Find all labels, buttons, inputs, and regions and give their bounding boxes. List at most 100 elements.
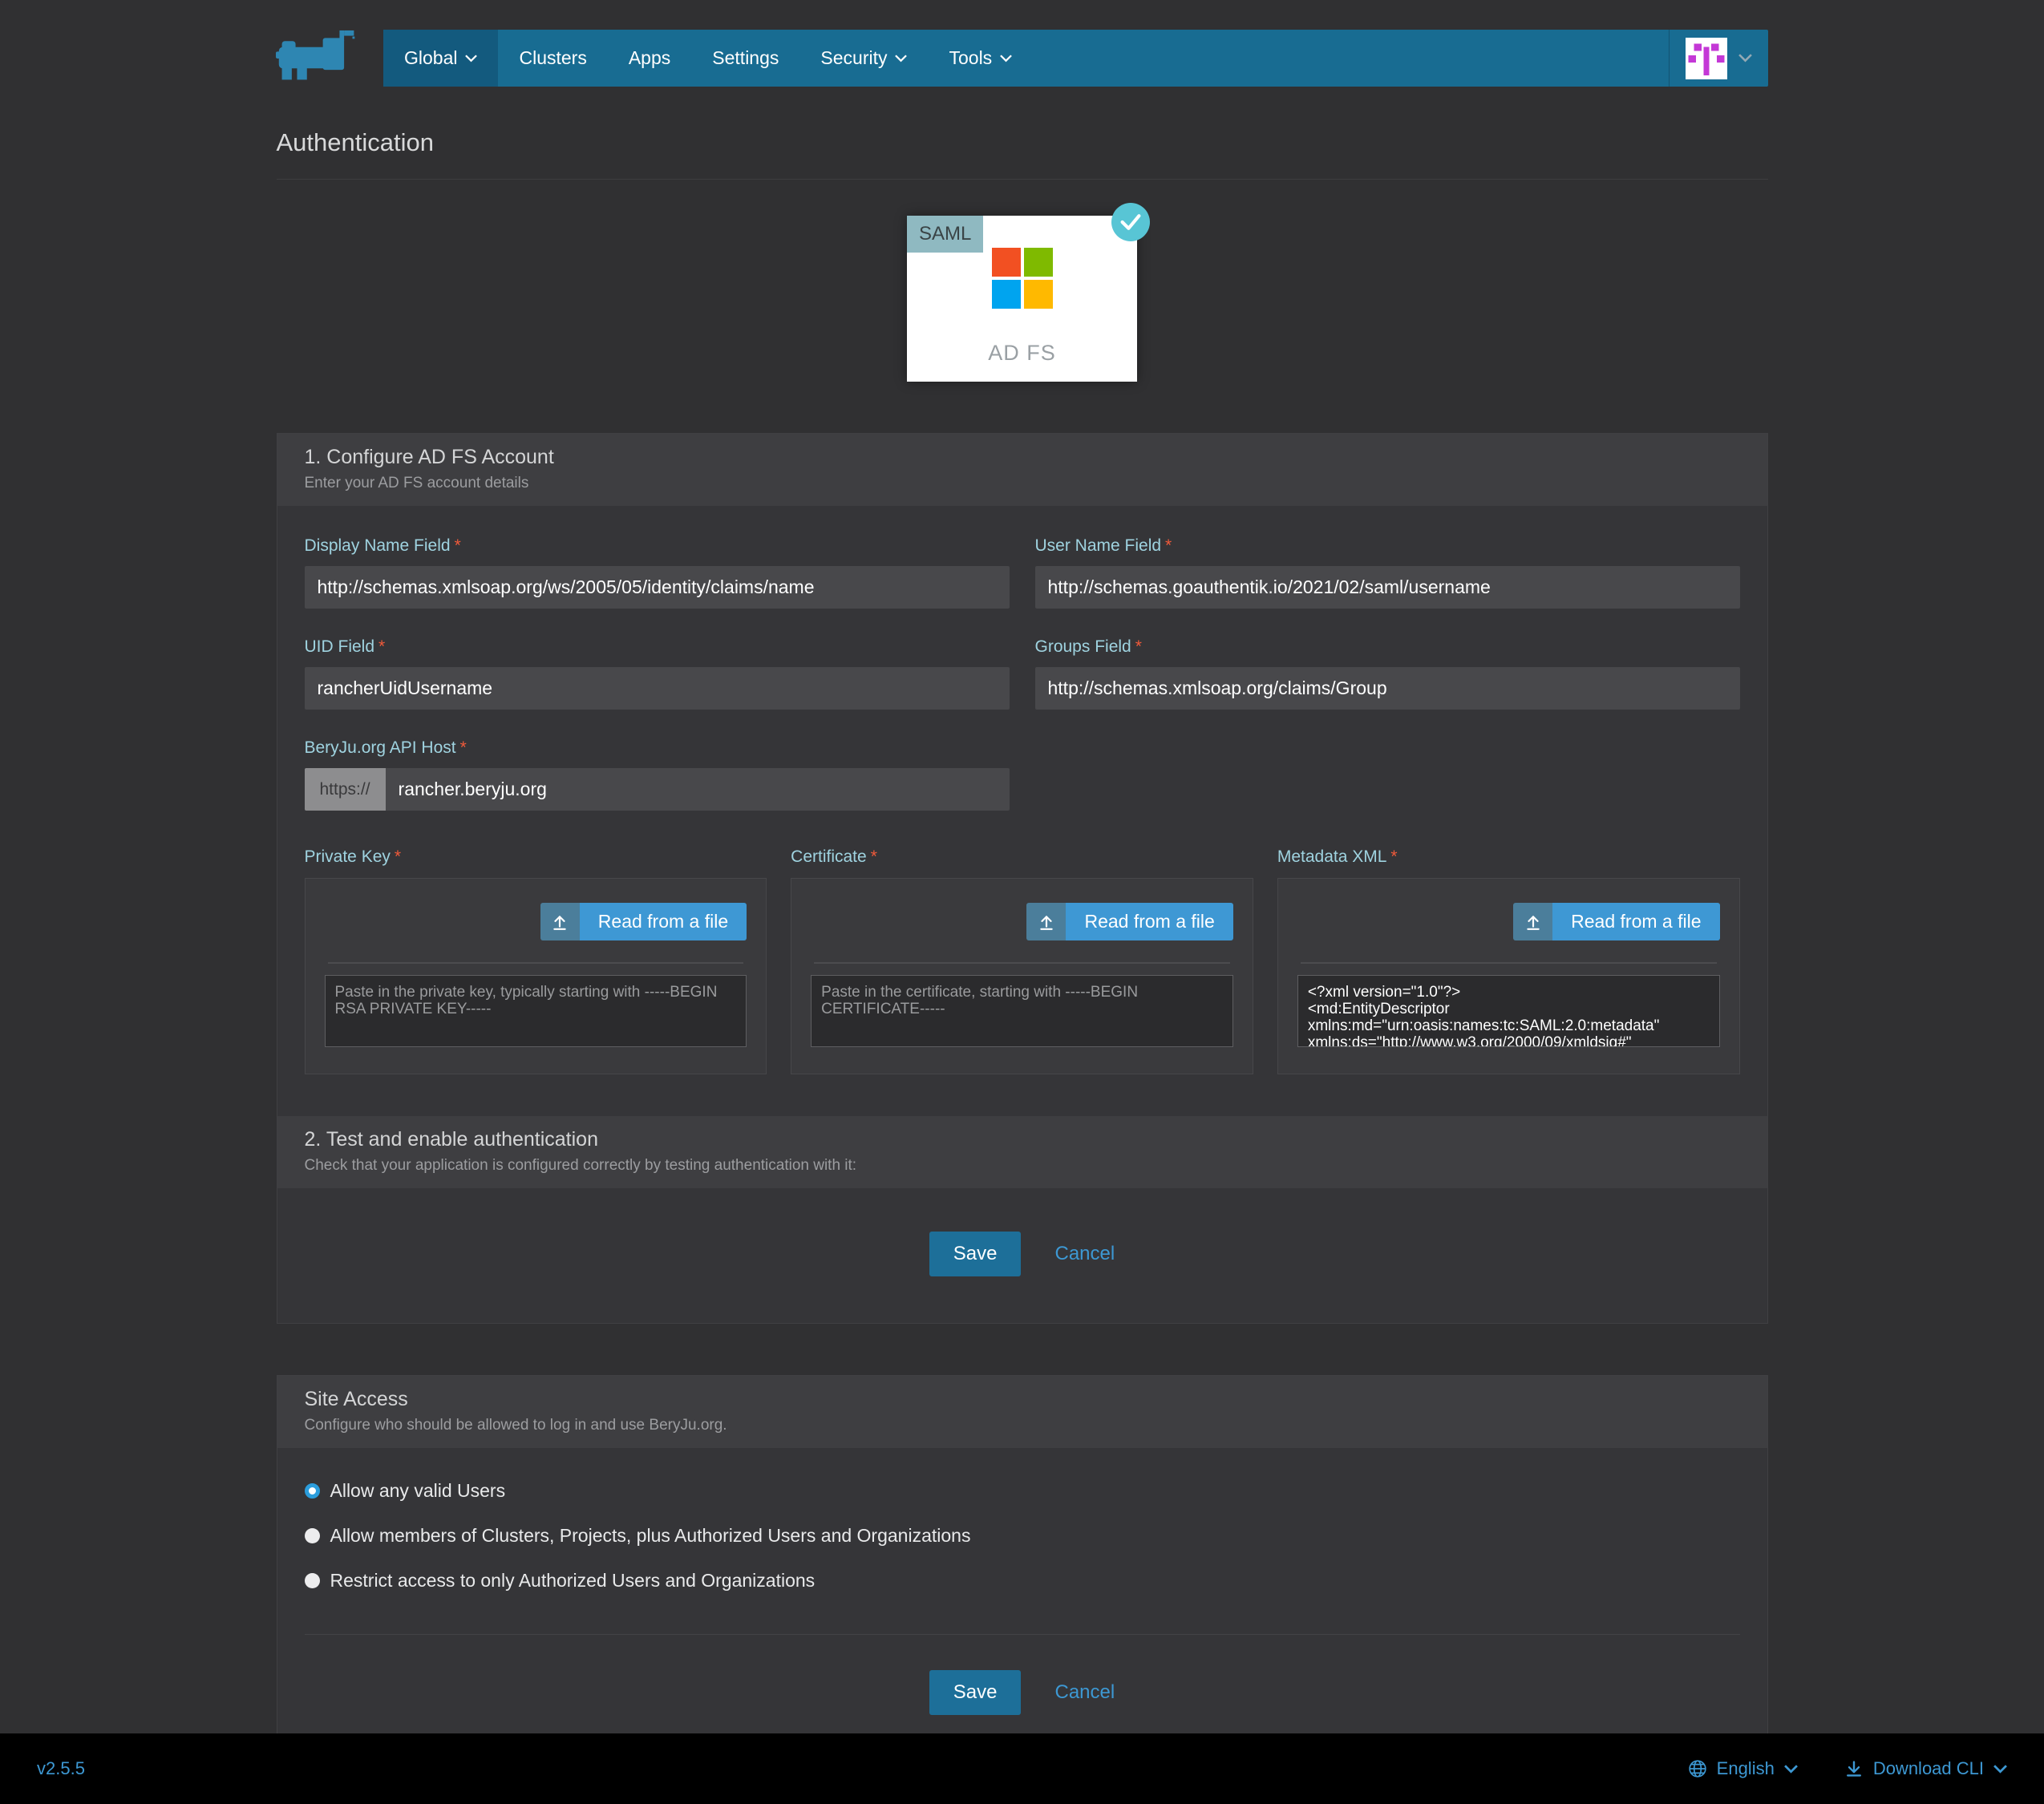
certificate-read-file-button[interactable]: Read from a file xyxy=(1026,903,1232,940)
groups-input[interactable] xyxy=(1035,667,1740,710)
nav-item-global[interactable]: Global xyxy=(383,30,498,87)
display-name-input[interactable] xyxy=(305,566,1010,609)
provider-card-adfs[interactable]: SAML AD FS xyxy=(907,216,1137,382)
section-subtitle: Enter your AD FS account details xyxy=(305,475,1740,492)
check-circle-icon xyxy=(1111,203,1150,241)
save-button[interactable]: Save xyxy=(929,1232,1022,1276)
nav-item-security[interactable]: Security xyxy=(799,30,928,87)
radio-restrict-authorized-only[interactable]: Restrict access to only Authorized Users… xyxy=(305,1570,1740,1592)
certificate-panel: Read from a file xyxy=(791,878,1253,1074)
api-host-label: BeryJu.org API Host* xyxy=(305,738,1010,758)
main-navbar: Global Clusters Apps Settings Security T… xyxy=(383,30,1768,87)
metadata-xml-read-file-button[interactable]: Read from a file xyxy=(1513,903,1719,940)
site-access-header: Site Access Configure who should be allo… xyxy=(277,1376,1767,1448)
upload-icon xyxy=(540,903,580,940)
nav-item-tools[interactable]: Tools xyxy=(928,30,1033,87)
api-host-input[interactable] xyxy=(386,768,1010,811)
saml-tag-badge: SAML xyxy=(907,216,983,253)
site-access-options: Allow any valid Users Allow members of C… xyxy=(277,1448,1767,1620)
auth-provider-row: SAML AD FS xyxy=(277,216,1768,382)
configure-section: 1. Configure AD FS Account Enter your AD… xyxy=(277,433,1768,1324)
cancel-link[interactable]: Cancel xyxy=(1054,1681,1115,1704)
chevron-down-icon xyxy=(1784,1765,1798,1774)
nav-item-apps[interactable]: Apps xyxy=(608,30,691,87)
test-section-header: 2. Test and enable authentication Check … xyxy=(277,1116,1767,1188)
section-title: Site Access xyxy=(305,1388,1740,1411)
metadata-xml-textarea[interactable]: <?xml version="1.0"?> <md:EntityDescript… xyxy=(1297,975,1720,1047)
radio-button xyxy=(305,1528,320,1543)
radio-allow-members-clusters-projects[interactable]: Allow members of Clusters, Projects, plu… xyxy=(305,1525,1740,1547)
private-key-textarea[interactable] xyxy=(325,975,747,1047)
save-button[interactable]: Save xyxy=(929,1670,1022,1715)
microsoft-logo-red-square xyxy=(992,248,1021,277)
download-cli-label: Download CLI xyxy=(1873,1758,1984,1779)
required-marker: * xyxy=(871,847,877,866)
footer: v2.5.5 English Download CLI xyxy=(0,1733,2044,1804)
grid-spacer xyxy=(1035,738,1740,811)
user-name-label: User Name Field* xyxy=(1035,536,1740,556)
groups-field-group: Groups Field* xyxy=(1035,637,1740,710)
section-title: 2. Test and enable authentication xyxy=(305,1128,1740,1151)
label-text: BeryJu.org API Host xyxy=(305,738,456,757)
groups-label: Groups Field* xyxy=(1035,637,1740,657)
certificate-panel-group: Certificate* Read from a file xyxy=(791,847,1253,1074)
label-text: Private Key xyxy=(305,847,391,866)
display-name-label: Display Name Field* xyxy=(305,536,1010,556)
radio-button-selected xyxy=(305,1483,320,1499)
auth-actions-row: Save Cancel xyxy=(277,1188,1767,1323)
uid-label: UID Field* xyxy=(305,637,1010,657)
label-text: Groups Field xyxy=(1035,637,1131,656)
private-key-read-file-button[interactable]: Read from a file xyxy=(540,903,747,940)
page-title: Authentication xyxy=(277,128,1768,180)
required-marker: * xyxy=(1165,536,1172,555)
private-key-label: Private Key* xyxy=(305,847,767,867)
required-marker: * xyxy=(395,847,401,866)
required-marker: * xyxy=(1135,637,1142,656)
required-marker: * xyxy=(455,536,461,555)
metadata-xml-panel: Read from a file <?xml version="1.0"?> <… xyxy=(1277,878,1740,1074)
upload-icon xyxy=(1513,903,1552,940)
chevron-down-icon xyxy=(465,55,477,63)
download-cli-menu[interactable]: Download CLI xyxy=(1844,1758,2007,1779)
required-marker: * xyxy=(1390,847,1397,866)
read-file-button-label: Read from a file xyxy=(1552,903,1719,940)
private-key-panel-group: Private Key* Read from a file xyxy=(305,847,767,1074)
read-file-button-label: Read from a file xyxy=(1066,903,1232,940)
api-host-field-group: BeryJu.org API Host* https:// xyxy=(305,738,1010,811)
private-key-panel: Read from a file xyxy=(305,878,767,1074)
user-name-input[interactable] xyxy=(1035,566,1740,609)
language-label: English xyxy=(1717,1758,1775,1779)
nav-item-settings[interactable]: Settings xyxy=(691,30,799,87)
version-link[interactable]: v2.5.5 xyxy=(37,1758,85,1779)
panel-divider xyxy=(1301,962,1717,964)
user-name-field-group: User Name Field* xyxy=(1035,536,1740,609)
globe-icon xyxy=(1688,1759,1707,1778)
label-text: Certificate xyxy=(791,847,867,866)
key-panels-row: Private Key* Read from a file xyxy=(277,847,1767,1116)
section-title: 1. Configure AD FS Account xyxy=(305,446,1740,469)
section-subtitle: Configure who should be allowed to log i… xyxy=(305,1417,1740,1434)
uid-input[interactable] xyxy=(305,667,1010,710)
radio-label: Restrict access to only Authorized Users… xyxy=(330,1570,816,1592)
site-access-section: Site Access Configure who should be allo… xyxy=(277,1375,1768,1754)
required-marker: * xyxy=(378,637,385,656)
chevron-down-icon xyxy=(1993,1765,2007,1774)
radio-allow-any-valid-users[interactable]: Allow any valid Users xyxy=(305,1480,1740,1502)
user-menu-button[interactable] xyxy=(1669,30,1768,87)
nav-item-clusters[interactable]: Clusters xyxy=(498,30,607,87)
download-icon xyxy=(1844,1759,1864,1778)
metadata-xml-label: Metadata XML* xyxy=(1277,847,1740,867)
microsoft-logo-yellow-square xyxy=(1024,280,1053,309)
label-text: UID Field xyxy=(305,637,375,656)
nav-item-label: Tools xyxy=(949,47,992,69)
configure-form: Display Name Field* User Name Field* UID… xyxy=(277,506,1767,811)
nav-item-label: Security xyxy=(820,47,887,69)
display-name-field-group: Display Name Field* xyxy=(305,536,1010,609)
user-avatar xyxy=(1686,38,1727,79)
certificate-textarea[interactable] xyxy=(811,975,1233,1047)
radio-label: Allow any valid Users xyxy=(330,1480,506,1502)
panel-divider xyxy=(328,962,744,964)
language-selector[interactable]: English xyxy=(1688,1758,1798,1779)
nav-item-label: Global xyxy=(404,47,457,69)
cancel-link[interactable]: Cancel xyxy=(1054,1243,1115,1265)
